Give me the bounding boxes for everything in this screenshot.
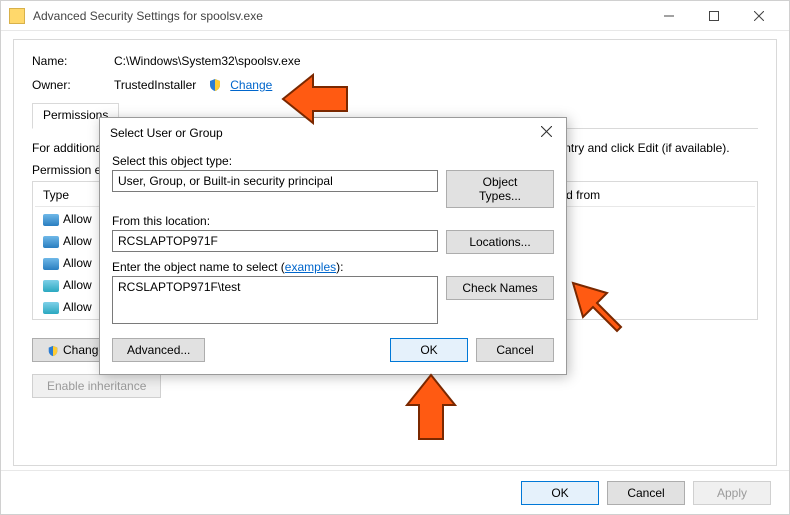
select-user-dialog: Select User or Group Select this object … (99, 117, 567, 375)
dialog-ok-button[interactable]: OK (390, 338, 468, 362)
object-name-input[interactable] (112, 276, 438, 324)
object-types-button[interactable]: Object Types... (446, 170, 554, 208)
user-icon (43, 236, 59, 248)
locations-button[interactable]: Locations... (446, 230, 554, 254)
user-icon (43, 258, 59, 270)
group-icon (43, 280, 59, 292)
dialog-title: Select User or Group (110, 126, 536, 140)
group-icon (43, 302, 59, 314)
owner-value: TrustedInstaller (114, 78, 196, 92)
name-value: C:\Windows\System32\spoolsv.exe (114, 54, 301, 68)
check-names-button[interactable]: Check Names (446, 276, 554, 300)
enable-inheritance-button: Enable inheritance (32, 374, 161, 398)
user-icon (43, 214, 59, 226)
owner-label: Owner: (32, 78, 114, 92)
enter-name-label: Enter the object name to select (example… (112, 260, 554, 274)
location-field[interactable] (112, 230, 438, 252)
shield-icon (208, 78, 222, 92)
location-label: From this location: (112, 214, 554, 228)
titlebar: Advanced Security Settings for spoolsv.e… (1, 1, 789, 31)
object-type-field[interactable] (112, 170, 438, 192)
dialog-close-button[interactable] (536, 126, 556, 140)
examples-link[interactable]: examples (285, 260, 336, 274)
close-button[interactable] (736, 2, 781, 30)
name-label: Name: (32, 54, 114, 68)
dialog-cancel-button[interactable]: Cancel (476, 338, 554, 362)
apply-button: Apply (693, 481, 771, 505)
change-owner-link[interactable]: Change (230, 78, 272, 92)
window-title: Advanced Security Settings for spoolsv.e… (33, 9, 646, 23)
minimize-button[interactable] (646, 2, 691, 30)
ok-button[interactable]: OK (521, 481, 599, 505)
maximize-button[interactable] (691, 2, 736, 30)
object-type-label: Select this object type: (112, 154, 554, 168)
advanced-button[interactable]: Advanced... (112, 338, 205, 362)
folder-icon (9, 8, 25, 24)
bottombar: OK Cancel Apply (1, 470, 789, 514)
cancel-button[interactable]: Cancel (607, 481, 685, 505)
